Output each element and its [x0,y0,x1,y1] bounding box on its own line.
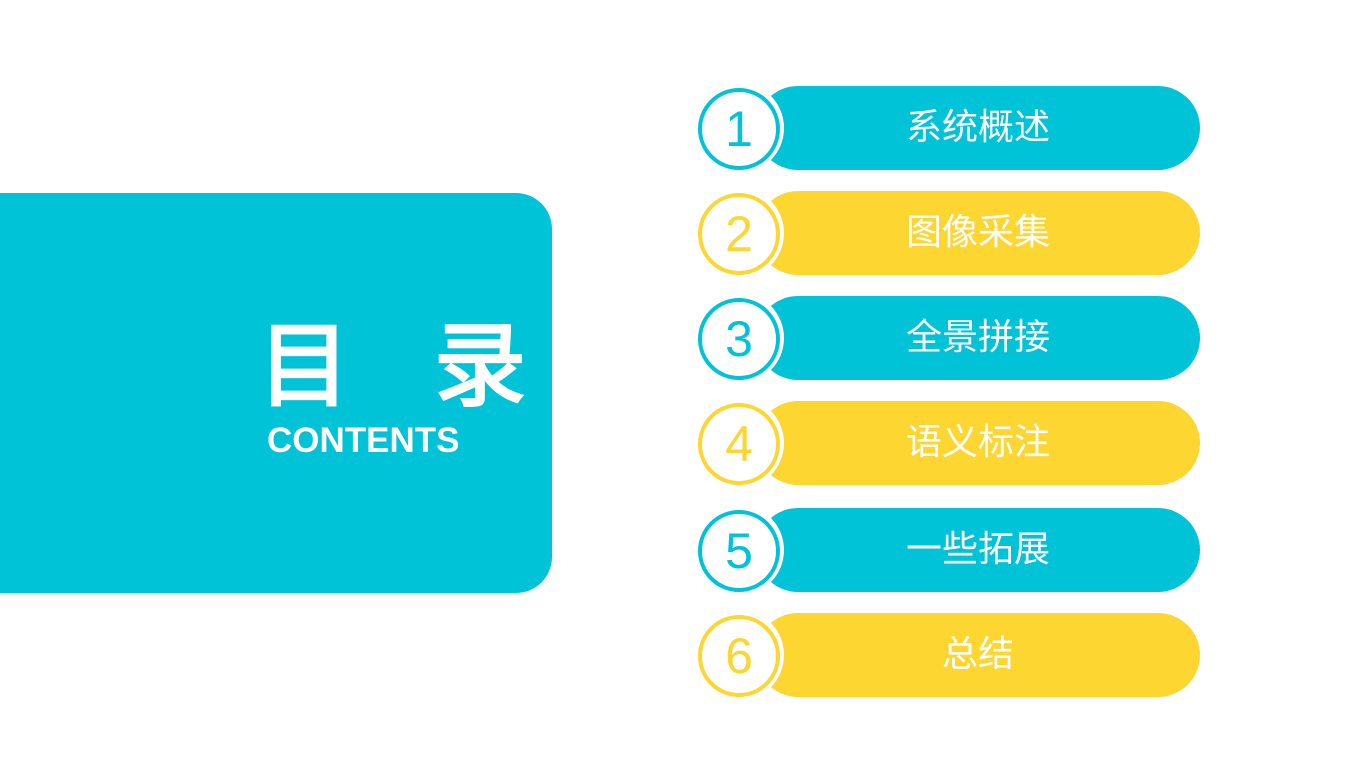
toc-number-badge: 1 [692,82,784,174]
toc-item-label: 总结 [941,634,1014,675]
toc-number: 6 [698,615,780,697]
toc-number: 2 [698,193,780,275]
toc-item-label: 图像采集 [905,212,1050,253]
toc-item-5[interactable]: 一些拓展 5 [692,504,1202,596]
toc-number-badge: 2 [692,187,784,279]
toc-number-badge: 3 [692,292,784,384]
page-subtitle: CONTENTS [267,421,460,460]
toc-number-badge: 4 [692,397,784,489]
toc-number-badge: 5 [692,504,784,596]
toc-item-6[interactable]: 总结 6 [692,609,1202,701]
toc-number: 5 [698,510,780,592]
toc-item-4[interactable]: 语义标注 4 [692,397,1202,489]
toc-number: 1 [698,88,780,170]
toc-item-label: 一些拓展 [905,529,1050,570]
toc-number: 4 [698,403,780,485]
toc-item-label: 系统概述 [905,107,1050,148]
toc-item-label: 全景拼接 [905,317,1050,358]
toc-item-1[interactable]: 系统概述 1 [692,82,1202,174]
toc-number: 3 [698,298,780,380]
toc-number-badge: 6 [692,609,784,701]
toc-item-label: 语义标注 [905,422,1050,463]
page-title: 目 录 [258,313,553,420]
toc-item-3[interactable]: 全景拼接 3 [692,292,1202,384]
toc-item-2[interactable]: 图像采集 2 [692,187,1202,279]
